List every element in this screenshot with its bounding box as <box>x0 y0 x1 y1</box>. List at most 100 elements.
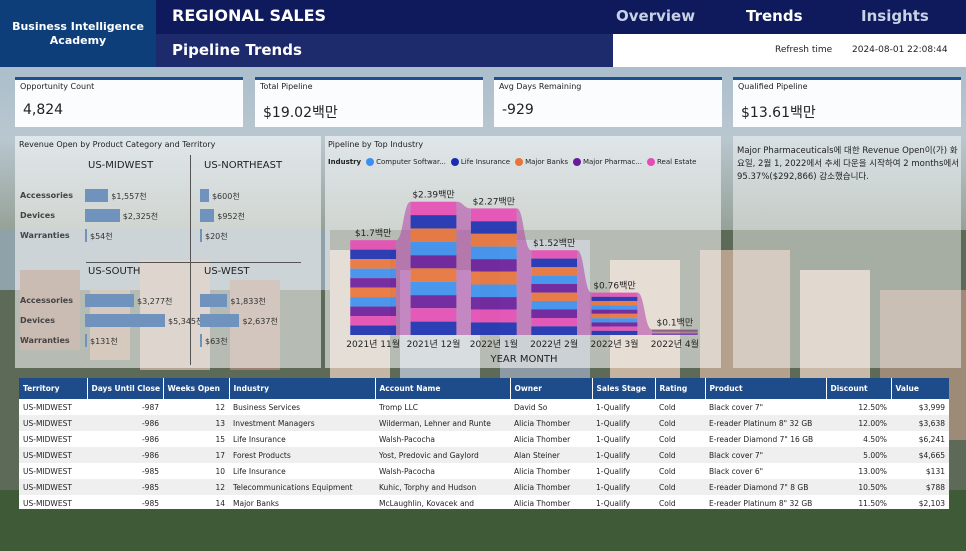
chart-area-segment[interactable] <box>470 271 517 285</box>
chart-area-segment[interactable] <box>350 249 397 260</box>
chart-area-segment[interactable] <box>410 201 457 216</box>
chart-area-segment[interactable] <box>410 321 457 335</box>
chart-area-segment[interactable] <box>531 283 578 293</box>
chart-area-segment[interactable] <box>470 246 517 260</box>
chart-area-segment[interactable] <box>531 326 578 335</box>
kpi-card-avg-days-remaining[interactable]: Avg Days Remaining -929 <box>494 77 722 127</box>
chart-area-segment[interactable] <box>591 300 638 306</box>
kpi-card-qualified-pipeline[interactable]: Qualified Pipeline $13.61백만 <box>733 77 961 127</box>
matrix-bar[interactable] <box>85 314 165 327</box>
chart-area-segment[interactable] <box>410 295 457 309</box>
chart-area-segment[interactable] <box>591 322 638 327</box>
matrix-bar[interactable] <box>85 229 87 242</box>
column-header[interactable]: Product <box>705 378 827 399</box>
matrix-bar[interactable] <box>200 229 202 242</box>
chart-area-segment[interactable] <box>591 313 638 319</box>
chart-area-segment[interactable] <box>591 309 638 314</box>
nav-trends[interactable]: Trends <box>746 7 803 25</box>
kpi-card-total-pipeline[interactable]: Total Pipeline $19.02백만 <box>255 77 483 127</box>
chart-area-segment[interactable] <box>350 268 397 279</box>
chart-area-segment[interactable] <box>470 233 517 247</box>
legend-item[interactable]: Major Banks <box>515 158 568 166</box>
chart-area-segment[interactable] <box>410 228 457 242</box>
chart-area-segment[interactable] <box>591 292 638 297</box>
legend-item[interactable]: Major Pharmac... <box>572 158 642 166</box>
chart-area-segment[interactable] <box>470 284 517 298</box>
chart-area-segment[interactable] <box>470 322 517 335</box>
column-header[interactable]: Account Name <box>375 378 511 399</box>
chart-area-segment[interactable] <box>410 255 457 269</box>
column-header[interactable]: Sales Stage <box>592 378 656 399</box>
table-row[interactable]: US-MIDWEST -986 17 Forest Products Yost, Pre… <box>19 447 949 463</box>
chart-area-segment[interactable] <box>350 278 397 288</box>
matrix-bar[interactable] <box>85 209 120 222</box>
table-row[interactable]: US-MIDWEST -987 12 Business Services Tromp L… <box>19 399 949 415</box>
chart-area-segment[interactable] <box>591 326 638 331</box>
column-header[interactable]: Days Until Close <box>87 378 164 399</box>
table-row[interactable]: US-MIDWEST -986 13 Investment Managers Wilde… <box>19 415 949 431</box>
chart-area-segment[interactable] <box>651 329 698 330</box>
column-header[interactable]: Industry <box>229 378 376 399</box>
chart-area-segment[interactable] <box>410 241 457 256</box>
chart-area-segment[interactable] <box>470 208 517 222</box>
chart-area-segment[interactable] <box>531 292 578 301</box>
chart-area-segment[interactable] <box>531 300 578 310</box>
kpi-card-opportunity-count[interactable]: Opportunity Count 4,824 <box>15 77 243 127</box>
column-header[interactable]: Rating <box>655 378 706 399</box>
chart-area-segment[interactable] <box>350 240 397 250</box>
chart-area-segment[interactable] <box>350 325 397 335</box>
chart-area-segment[interactable] <box>350 306 397 317</box>
nav-insights[interactable]: Insights <box>861 7 929 25</box>
table-row[interactable]: US-MIDWEST -985 10 Life Insurance Walsh-Paco… <box>19 463 949 479</box>
chart-area-segment[interactable] <box>651 332 698 334</box>
matrix-bar[interactable] <box>85 334 87 347</box>
chart-area-segment[interactable] <box>410 308 457 322</box>
chart-area-segment[interactable] <box>410 215 457 229</box>
chart-area-segment[interactable] <box>470 297 517 310</box>
chart-area-segment[interactable] <box>591 305 638 310</box>
legend-item[interactable]: Computer Softwar... <box>366 158 446 166</box>
matrix-bar[interactable] <box>85 189 109 202</box>
column-header[interactable]: Value <box>891 378 949 399</box>
chart-area-segment[interactable] <box>651 331 698 333</box>
matrix-bar[interactable] <box>200 189 209 202</box>
chart-area-segment[interactable] <box>651 330 698 332</box>
matrix-bar[interactable] <box>200 209 215 222</box>
chart-area-segment[interactable] <box>651 329 698 331</box>
table-row[interactable]: US-MIDWEST -985 12 Telecommunications Equip… <box>19 479 949 495</box>
nav-overview[interactable]: Overview <box>616 7 695 25</box>
matrix-bar[interactable] <box>200 294 228 307</box>
table-row[interactable]: US-MIDWEST -985 14 Major Banks McLaughlin, K… <box>19 495 949 509</box>
chart-area-segment[interactable] <box>651 333 698 334</box>
chart-area-segment[interactable] <box>470 259 517 272</box>
chart-area-segment[interactable] <box>410 281 457 296</box>
chart-area-segment[interactable] <box>591 318 638 323</box>
column-header[interactable]: Weeks Open <box>163 378 230 399</box>
matrix-bar[interactable] <box>85 294 135 307</box>
chart-area-segment[interactable] <box>531 275 578 284</box>
chart-area-segment[interactable] <box>531 267 578 276</box>
chart-area-segment[interactable] <box>350 316 397 326</box>
chart-area-segment[interactable] <box>350 287 397 298</box>
chart-area-segment[interactable] <box>651 331 698 332</box>
chart-area-segment[interactable] <box>531 258 578 268</box>
chart-area-segment[interactable] <box>350 297 397 307</box>
opportunity-table[interactable]: Territory Days Until Close Weeks Open Indus… <box>19 378 949 509</box>
chart-area-segment[interactable] <box>651 333 698 335</box>
chart-area-segment[interactable] <box>651 332 698 333</box>
chart-area-segment[interactable] <box>410 268 457 282</box>
chart-area-segment[interactable] <box>591 296 638 301</box>
legend-item[interactable]: Life Insurance <box>450 158 510 166</box>
chart-area-segment[interactable] <box>350 259 397 269</box>
matrix-bar[interactable] <box>200 314 240 327</box>
chart-area-segment[interactable] <box>531 317 578 327</box>
chart-area-segment[interactable] <box>531 250 578 259</box>
chart-area-segment[interactable] <box>470 309 517 323</box>
column-header[interactable]: Discount <box>826 378 892 399</box>
matrix-bar[interactable] <box>200 334 202 347</box>
column-header[interactable]: Territory <box>19 378 88 399</box>
chart-area-segment[interactable] <box>531 309 578 318</box>
chart-area-segment[interactable] <box>651 334 698 335</box>
chart-area-segment[interactable] <box>470 221 517 234</box>
pipeline-area-chart[interactable]: $1.7백만 2021년 11월 $2.39백만 2021년 12월 $2.27백만 20… <box>325 170 721 368</box>
